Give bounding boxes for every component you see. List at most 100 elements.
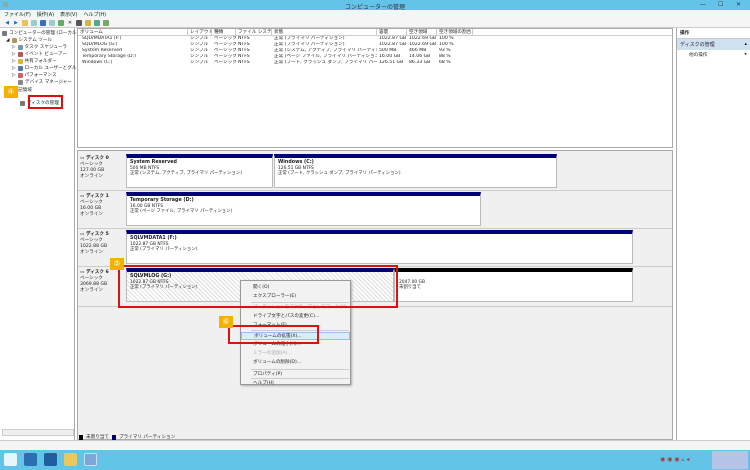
disk-row-1: ▭ ディスク 1 ベーシック 16.00 GB オンライン Temporary Sto… <box>78 191 672 229</box>
forward-icon[interactable]: ▶ <box>13 20 19 26</box>
disk-label[interactable]: ▭ ディスク 1 ベーシック 16.00 GB オンライン <box>80 194 125 218</box>
column-status[interactable]: 状態 <box>272 29 377 35</box>
status-bar <box>0 440 750 450</box>
folder-icon[interactable] <box>85 19 91 26</box>
highlight-disk-management <box>28 95 63 109</box>
clock[interactable] <box>712 451 748 469</box>
actions-section-disk-management[interactable]: ディスクの管理 ▴ <box>677 39 750 50</box>
context-menu-item[interactable]: ヘルプ(H) <box>241 380 350 388</box>
volume-cell: シンプル <box>190 60 209 65</box>
performance-icon <box>17 72 23 78</box>
toolbar: ◀ ▶ ✕ <box>0 18 750 28</box>
menu-file[interactable]: ファイル(F) <box>4 11 31 18</box>
menu-bar: ファイル(F) 操作(A) 表示(V) ヘルプ(H) <box>0 10 750 18</box>
maximize-button[interactable]: ☐ <box>718 1 723 8</box>
volume-cell: ベーシック <box>214 60 236 65</box>
menu-view[interactable]: 表示(V) <box>60 11 77 18</box>
annotation-step-6: ⑥ <box>219 316 233 328</box>
actions-more[interactable]: 他の操作 ▸ <box>677 50 750 60</box>
volume-cell: 68 % <box>439 60 451 65</box>
column-layout[interactable]: レイアウト <box>188 29 212 35</box>
computer-icon <box>2 30 7 36</box>
context-menu-item: ミラーの追加(A)... <box>253 351 292 356</box>
expand-icon: ▸ <box>744 52 747 57</box>
volume-row[interactable]: Windows (C:) シンプル ベーシック NTFS 正常 (ブート, クラッシュ … <box>78 60 672 66</box>
title-bar: コンピューターの管理 — ☐ ✕ <box>0 0 750 11</box>
volume-list-header: ボリューム レイアウト 種類 ファイル システム 状態 容量 空き領域 空き領域… <box>78 29 672 36</box>
annotation-step-5: ⑤ <box>110 258 124 270</box>
minimize-button[interactable]: — <box>700 1 706 8</box>
help-icon[interactable] <box>40 19 46 26</box>
tree-item-system-tools[interactable]: ◢ システム ツール <box>6 37 52 43</box>
menu-action[interactable]: 操作(A) <box>37 11 54 18</box>
powershell-icon[interactable] <box>44 453 57 466</box>
view-icon[interactable] <box>49 19 55 26</box>
clock-icon <box>17 44 23 50</box>
highlight-extend-volume <box>228 325 319 344</box>
tree-item-task-scheduler[interactable]: ▷ タスク スケジューラ <box>12 44 67 50</box>
disk-label[interactable]: ▭ ディスク 5 ベーシック 1022.88 GB オンライン <box>80 232 125 256</box>
event-icon <box>17 51 23 57</box>
up-folder-icon[interactable] <box>22 19 28 26</box>
column-filesystem[interactable]: ファイル システム <box>236 29 272 35</box>
actions-header: 操作 <box>677 28 750 39</box>
actions-pane: 操作 ディスクの管理 ▴ 他の操作 ▸ <box>676 28 750 440</box>
column-capacity[interactable]: 容量 <box>377 29 407 35</box>
device-icon <box>18 79 23 85</box>
annotation-step-4: ④ <box>4 86 18 98</box>
tree-item-device-manager[interactable]: デバイス マネージャー <box>18 79 72 85</box>
folder-icon <box>17 58 23 64</box>
tree-item-shared-folders[interactable]: ▷ 共有フォルダー <box>12 58 57 64</box>
collapse-icon: ▴ <box>744 41 747 47</box>
explorer-icon[interactable] <box>64 453 77 466</box>
disk-label[interactable]: ▭ ディスク 0 ベーシック 127.00 GB オンライン <box>80 156 125 180</box>
highlight-sqlvmlog <box>118 265 398 308</box>
properties-icon[interactable] <box>58 19 64 26</box>
partition-sqlvmdata1[interactable]: SQLVMDATA1 (F:) 1022.87 GB NTFS 正常 (プライマリ … <box>126 230 633 264</box>
taskbar: ◉ ◉ ◉ ▵ ◂ <box>0 450 750 470</box>
volume-cell: Windows (C:) <box>82 60 113 65</box>
disk-row-5: ▭ ディスク 5 ベーシック 1022.88 GB オンライン SQLVMDATA1 … <box>78 229 672 267</box>
tree-item-local-users[interactable]: ▷ ローカル ユーザーとグループ <box>12 65 85 71</box>
menu-separator <box>251 369 349 370</box>
context-menu-item[interactable]: ボリュームの削除(D)... <box>241 359 350 367</box>
context-menu-item[interactable]: ドライブ文字とパスの変更(C)... <box>241 313 350 321</box>
disk-icon <box>20 100 25 106</box>
partition-windows[interactable]: Windows (C:) 126.51 GB NTFS 正常 (ブート, クラッシュ… <box>274 154 557 188</box>
volume-cell: NTFS <box>238 60 250 65</box>
tools-icon <box>11 37 17 43</box>
disk-row-0: ▭ ディスク 0 ベーシック 127.00 GB オンライン System Reser… <box>78 153 672 191</box>
server-manager-icon[interactable] <box>24 453 37 466</box>
disk-icon[interactable] <box>76 19 82 26</box>
volume-cell: 正常 (ブート, クラッシュ ダンプ, プライマリ パーティション) <box>274 60 377 65</box>
users-icon <box>17 65 23 71</box>
legend-swatch-unallocated <box>79 434 83 440</box>
show-tree-icon[interactable] <box>31 19 37 26</box>
tree-item-performance[interactable]: ▷ パフォーマンス <box>12 72 57 78</box>
menu-help[interactable]: ヘルプ(H) <box>83 11 106 18</box>
tray-icons[interactable]: ◉ ◉ ◉ ▵ ◂ <box>660 456 689 463</box>
tree-item-computer-management[interactable]: コンピューターの管理 (ローカル) <box>2 30 78 36</box>
column-free-space[interactable]: 空き領域 <box>407 29 437 35</box>
volume-cell: 126.51 GB <box>379 60 404 65</box>
back-icon[interactable]: ◀ <box>4 20 10 26</box>
column-type[interactable]: 種類 <box>212 29 236 35</box>
legend-swatch-primary <box>111 434 116 440</box>
volume-cell: 86.33 GB <box>409 60 431 65</box>
context-menu-item[interactable]: プロパティ(P) <box>241 371 350 379</box>
start-icon[interactable] <box>4 453 17 466</box>
unallocated-space[interactable]: 2047.00 GB 未割り当て <box>394 268 633 302</box>
horizontal-scrollbar[interactable] <box>2 429 74 436</box>
partition-temporary-storage[interactable]: Temporary Storage (D:) 16.00 GB NTFS 正常 (ペ… <box>126 192 481 226</box>
column-free-percent[interactable]: 空き領域の割合 <box>437 29 473 35</box>
search-icon[interactable] <box>94 19 100 26</box>
volume-list: ボリューム レイアウト 種類 ファイル システム 状態 容量 空き領域 空き領域… <box>77 28 673 148</box>
delete-icon[interactable]: ✕ <box>67 20 73 26</box>
tree-item-storage[interactable]: 記憶域 <box>18 87 32 93</box>
partition-system-reserved[interactable]: System Reserved 500 MB NTFS 正常 (システム, アクティ… <box>126 154 273 188</box>
tree-item-event-viewer[interactable]: ▷ イベント ビューアー <box>12 51 67 57</box>
close-button[interactable]: ✕ <box>736 1 741 8</box>
computer-management-taskbar-icon[interactable] <box>84 453 97 466</box>
column-volume[interactable]: ボリューム <box>78 29 188 35</box>
settings-icon[interactable] <box>103 19 109 26</box>
